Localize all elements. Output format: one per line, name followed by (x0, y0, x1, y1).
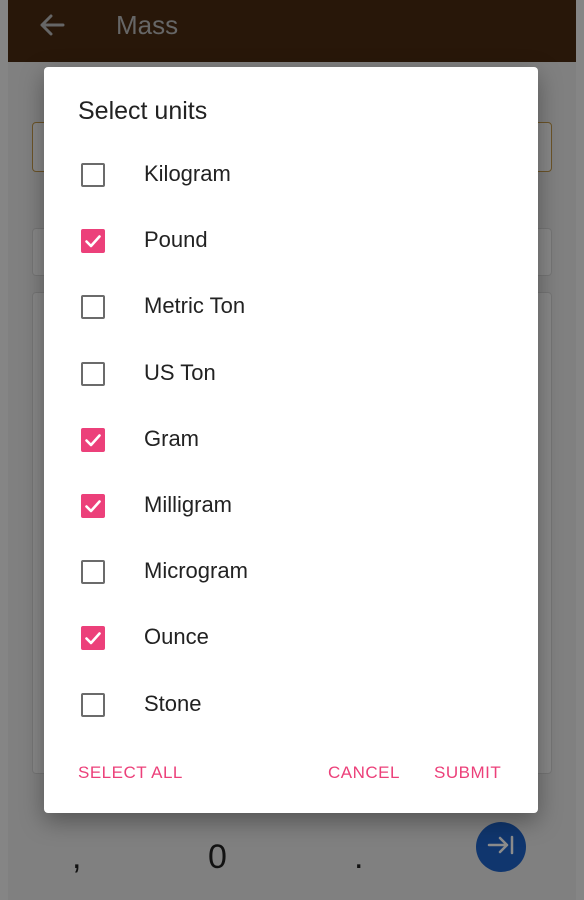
unit-option-label: Pound (144, 227, 208, 253)
submit-button[interactable]: SUBMIT (434, 763, 501, 783)
checkbox-unchecked-icon[interactable] (81, 560, 105, 585)
unit-option-label: Metric Ton (144, 293, 246, 319)
checkbox-checked-icon[interactable] (81, 427, 105, 452)
dialog-actions: SELECT ALL CANCEL SUBMIT (44, 757, 538, 797)
select-units-dialog: Select units Kilogram Pound Metric Ton US T… (44, 67, 538, 813)
unit-option[interactable]: Pound (44, 208, 538, 274)
checkbox-checked-icon[interactable] (81, 229, 105, 254)
checkbox-checked-icon[interactable] (81, 494, 105, 518)
checkbox-checked-icon[interactable] (81, 626, 105, 651)
checkbox-unchecked-icon[interactable] (81, 692, 105, 717)
unit-option-label: Milligram (144, 492, 232, 517)
cancel-button[interactable]: CANCEL (328, 763, 400, 783)
unit-option[interactable]: Milligram (44, 473, 538, 539)
checkbox-unchecked-icon[interactable] (81, 361, 105, 386)
unit-option[interactable]: Kilogram (44, 142, 538, 208)
unit-option-label: Gram (144, 425, 199, 451)
unit-option[interactable]: Stone (44, 672, 538, 738)
dialog-title: Select units (78, 97, 208, 125)
unit-option[interactable]: Microgram (44, 539, 538, 605)
unit-option-label: Microgram (144, 558, 248, 584)
unit-option[interactable]: US Ton (44, 341, 538, 407)
checkbox-unchecked-icon[interactable] (81, 295, 105, 320)
unit-option[interactable]: Ounce (44, 605, 538, 671)
unit-option-label: US Ton (144, 359, 216, 385)
checkbox-unchecked-icon[interactable] (81, 163, 105, 187)
unit-option[interactable]: Metric Ton (44, 274, 538, 340)
unit-option[interactable]: Gram (44, 407, 538, 473)
unit-option-label: Stone (144, 690, 202, 716)
unit-option-label: Kilogram (144, 161, 231, 186)
unit-option-label: Ounce (144, 624, 209, 650)
select-all-button[interactable]: SELECT ALL (78, 763, 183, 783)
